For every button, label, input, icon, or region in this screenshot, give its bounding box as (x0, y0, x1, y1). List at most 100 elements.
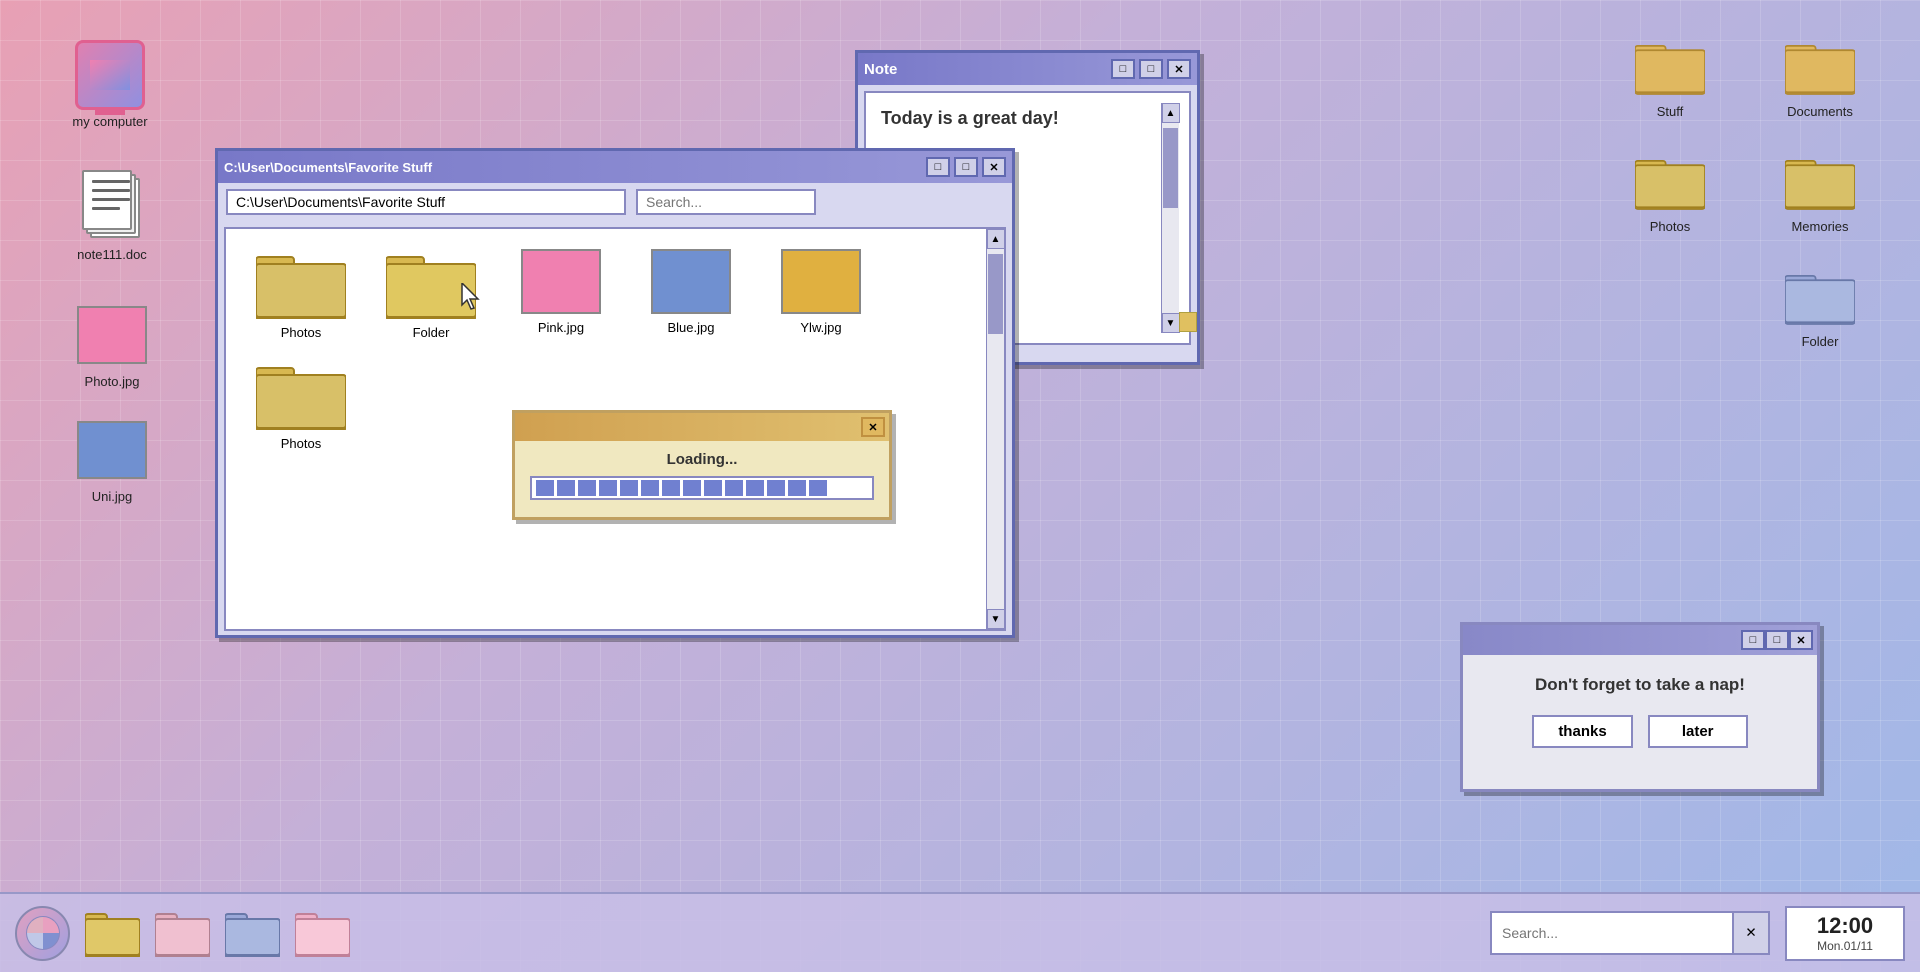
scroll-up-btn[interactable]: ▲ (1162, 103, 1180, 123)
progress-block (620, 480, 638, 496)
address-bar[interactable] (226, 189, 626, 215)
file-label-photos-2: Photos (281, 436, 321, 451)
explorer-scroll-track[interactable] (987, 249, 1004, 609)
notification-dialog: □ □ ✕ Don't forget to take a nap! thanks… (1460, 622, 1820, 792)
desktop-icon-memories[interactable]: Memories (1770, 145, 1870, 234)
progress-block (746, 480, 764, 496)
desktop-icon-memories-label: Memories (1791, 219, 1848, 234)
desktop-icon-stuff-label: Stuff (1657, 104, 1684, 119)
scroll-track[interactable] (1162, 123, 1179, 313)
file-label-blue: Blue.jpg (668, 320, 715, 335)
explorer-scrollbar[interactable]: ▲ ▼ (986, 229, 1004, 629)
later-button[interactable]: later (1648, 715, 1748, 748)
notif-minimize-btn[interactable]: □ (1741, 630, 1765, 650)
explorer-maximize-btn[interactable]: □ (954, 157, 978, 177)
taskbar-search-button[interactable]: ✕ (1732, 913, 1768, 953)
thanks-button[interactable]: thanks (1532, 715, 1632, 748)
pie-chart-icon (25, 915, 61, 951)
taskbar-folder-icon-2 (155, 909, 210, 957)
note-maximize-btn[interactable]: □ (1139, 59, 1163, 79)
note-window-title: Note (864, 61, 897, 78)
explorer-scroll-up[interactable]: ▲ (987, 229, 1005, 249)
folder-icon-photos (1635, 148, 1705, 213)
progress-block (767, 480, 785, 496)
loading-close-btn[interactable]: ✕ (861, 417, 885, 437)
file-label-folder: Folder (413, 325, 450, 340)
progress-block (725, 480, 743, 496)
blue-jpg-thumbnail (651, 249, 731, 314)
progress-block (536, 480, 554, 496)
taskbar-folder-icon-4 (295, 909, 350, 957)
taskbar-search-bar: ✕ (1490, 911, 1770, 955)
desktop-icon-my-computer-label: my computer (72, 114, 147, 129)
notif-close-btn[interactable]: ✕ (1789, 630, 1813, 650)
desktop-icon-folder-right-label: Folder (1802, 334, 1839, 349)
note-minimize-btn[interactable]: □ (1111, 59, 1135, 79)
taskbar-folder-3[interactable] (225, 909, 280, 957)
progress-block (704, 480, 722, 496)
notification-message: Don't forget to take a nap! (1478, 675, 1802, 695)
folder-photos2-icon (256, 360, 346, 430)
taskbar-folder-2[interactable] (155, 909, 210, 957)
desktop-icon-documents-label: Documents (1787, 104, 1853, 119)
taskbar-folder-4[interactable] (295, 909, 350, 957)
explorer-minimize-btn[interactable]: □ (926, 157, 950, 177)
notification-titlebar[interactable]: □ □ ✕ (1463, 625, 1817, 655)
file-label-pink: Pink.jpg (538, 320, 584, 335)
explorer-scroll-down[interactable]: ▼ (987, 609, 1005, 629)
progress-bar-container (530, 476, 874, 500)
note-scrollbar[interactable]: ▲ ▼ (1161, 103, 1179, 333)
note-scroll-indicator (1179, 312, 1197, 332)
taskbar-clock: 12:00 Mon.01/11 (1785, 906, 1905, 961)
desktop-icon-stuff[interactable]: Stuff (1620, 30, 1720, 119)
desktop-icon-uni[interactable]: Uni.jpg (62, 415, 162, 504)
desktop-icon-photos-right[interactable]: Photos (1620, 145, 1720, 234)
taskbar-folder-1[interactable] (85, 909, 140, 957)
loading-content: Loading... (515, 441, 889, 510)
progress-bar (534, 480, 870, 496)
progress-block (641, 480, 659, 496)
notif-maximize-btn[interactable]: □ (1765, 630, 1789, 650)
notification-buttons: thanks later (1478, 715, 1802, 748)
loading-titlebar[interactable]: ✕ (515, 413, 889, 441)
folder-icon-documents (1785, 33, 1855, 98)
file-item-yellow[interactable]: Ylw.jpg (766, 249, 876, 340)
folder-icon-right (1785, 263, 1855, 328)
progress-block (599, 480, 617, 496)
file-label-yellow: Ylw.jpg (800, 320, 841, 335)
explorer-title: C:\User\Documents\Favorite Stuff (224, 160, 432, 175)
desktop-icon-photo[interactable]: Photo.jpg (62, 300, 162, 389)
desktop-icon-photos-right-label: Photos (1650, 219, 1690, 234)
note-window-controls: □ □ ✕ (1111, 59, 1191, 79)
taskbar-folder-icon-1 (85, 909, 140, 957)
pink-jpg-thumbnail (521, 249, 601, 314)
progress-block (662, 480, 680, 496)
desktop-icon-photo-label: Photo.jpg (85, 374, 140, 389)
clock-date: Mon.01/11 (1817, 939, 1873, 953)
desktop-icon-my-computer[interactable]: my computer (60, 40, 160, 129)
explorer-close-btn[interactable]: ✕ (982, 157, 1006, 177)
note-titlebar[interactable]: Note □ □ ✕ (858, 53, 1197, 85)
progress-block (788, 480, 806, 496)
scroll-down-btn[interactable]: ▼ (1162, 313, 1180, 333)
scroll-thumb (1163, 128, 1178, 208)
note-close-btn[interactable]: ✕ (1167, 59, 1191, 79)
clock-time: 12:00 (1817, 913, 1873, 939)
taskbar-folder-icon-3 (225, 909, 280, 957)
file-item-blue[interactable]: Blue.jpg (636, 249, 746, 340)
cursor-icon (460, 283, 484, 318)
desktop-icon-documents[interactable]: Documents (1770, 30, 1870, 119)
desktop-icon-folder-right[interactable]: Folder (1770, 260, 1870, 349)
taskbar-search-input[interactable] (1492, 925, 1732, 941)
explorer-search[interactable] (636, 189, 816, 215)
explorer-titlebar[interactable]: C:\User\Documents\Favorite Stuff □ □ ✕ (218, 151, 1012, 183)
desktop-icon-note[interactable]: note111.doc (62, 168, 162, 262)
progress-block (809, 480, 827, 496)
progress-block (683, 480, 701, 496)
file-item-photos-2[interactable]: Photos (246, 360, 356, 451)
file-item-pink[interactable]: Pink.jpg (506, 249, 616, 340)
taskbar-start-button[interactable] (15, 906, 70, 961)
file-explorer-window: C:\User\Documents\Favorite Stuff □ □ ✕ P… (215, 148, 1015, 638)
file-item-folder[interactable]: Folder (376, 249, 486, 340)
file-item-photos[interactable]: Photos (246, 249, 356, 340)
